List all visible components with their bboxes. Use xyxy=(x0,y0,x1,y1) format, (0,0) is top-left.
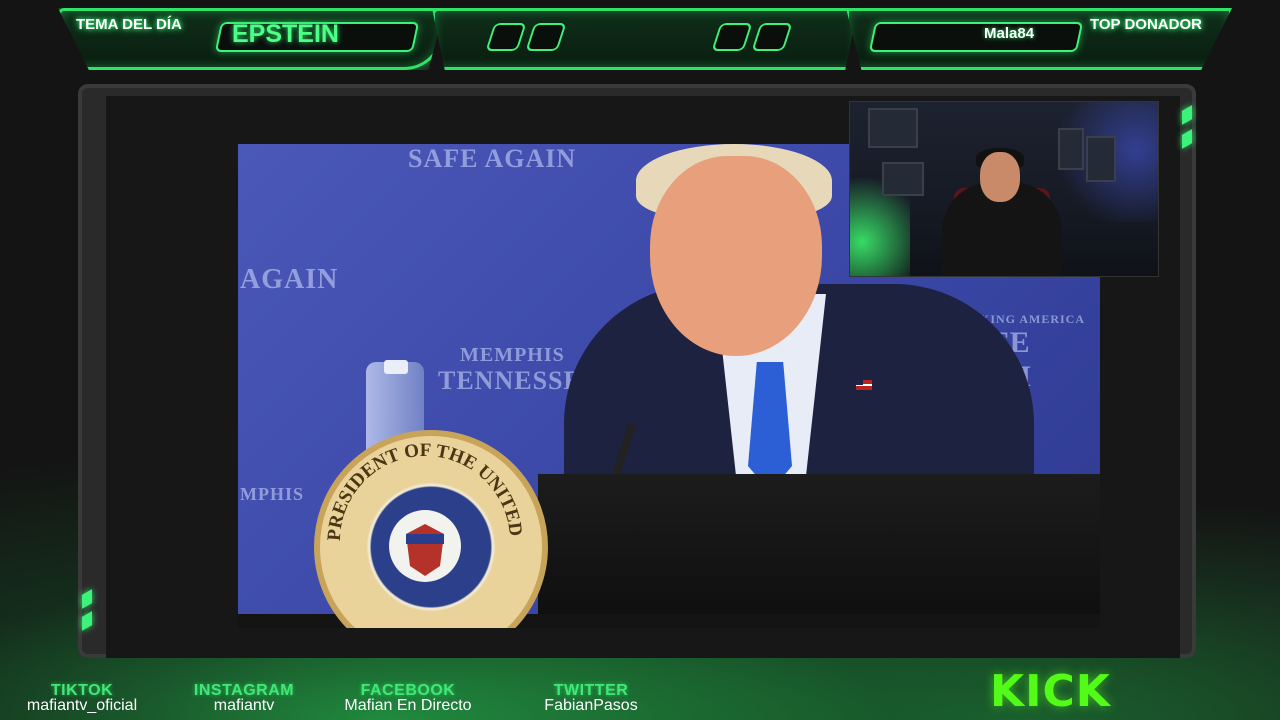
kick-logo: KICK xyxy=(990,666,1111,717)
wall-frame xyxy=(1058,128,1084,170)
top-donor-label: TOP DONADOR xyxy=(1090,16,1202,33)
streamer-head xyxy=(980,152,1020,202)
wall-frame xyxy=(1086,136,1116,182)
podium xyxy=(538,474,1100,628)
flag-pin-icon xyxy=(856,380,872,390)
social-handle: FabianPasos xyxy=(544,697,638,714)
backdrop-text: MPHIS xyxy=(240,484,305,504)
social-twitter[interactable]: TWITTER FabianPasos xyxy=(532,682,650,715)
backdrop-text: SAFE AGAIN xyxy=(408,144,577,173)
social-instagram[interactable]: INSTAGRAM mafiantv xyxy=(190,682,298,715)
streamer-webcam xyxy=(849,101,1159,277)
donor-slot xyxy=(868,22,1084,52)
wall-frame xyxy=(882,162,924,196)
social-facebook[interactable]: FACEBOOK Mafian En Directo xyxy=(330,682,486,715)
wall-frame xyxy=(868,108,918,148)
presidential-seal-icon: PRESIDENT OF THE UNITED STATES xyxy=(314,430,548,628)
backdrop-text: MEMPHIS xyxy=(460,344,565,366)
top-donor-value: Mala84 xyxy=(984,25,1035,42)
social-handle: Mafian En Directo xyxy=(344,697,472,714)
bottle-cap xyxy=(384,360,408,374)
topic-value: EPSTEIN xyxy=(232,20,339,48)
topic-label: TEMA DEL DÍA xyxy=(76,16,182,33)
top-overlay-bar: TEMA DEL DÍA EPSTEIN Mala84 TOP DONADOR xyxy=(0,0,1280,80)
speaker-head xyxy=(650,156,822,356)
social-tiktok[interactable]: TIKTOK mafiantv_oficial xyxy=(18,682,146,715)
backdrop-text: AGAIN xyxy=(240,264,339,295)
social-handle: mafiantv_oficial xyxy=(26,697,138,714)
